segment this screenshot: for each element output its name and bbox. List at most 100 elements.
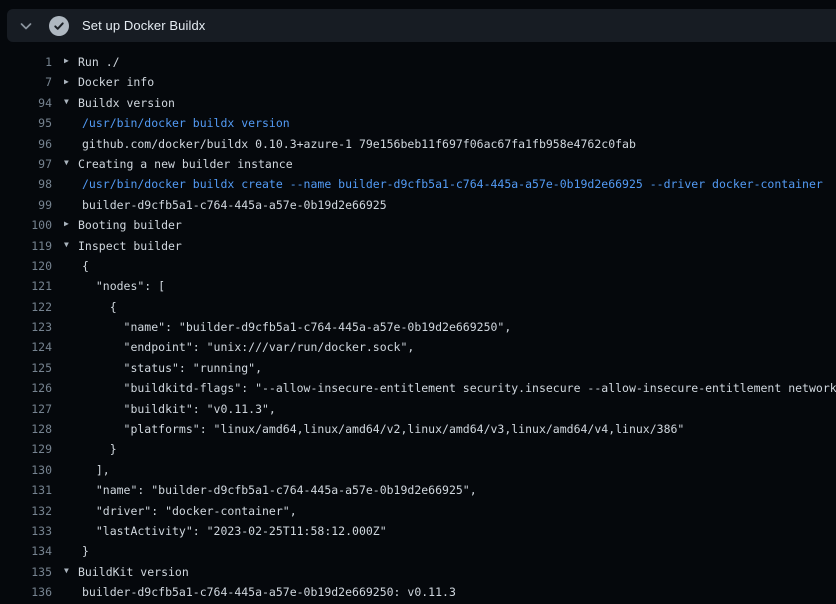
- log-line: 130 ],: [0, 460, 836, 480]
- group-title: Creating a new builder instance: [78, 157, 293, 171]
- group-title: Inspect builder: [78, 239, 182, 253]
- caret-down-icon: ▼: [64, 236, 78, 256]
- log-line: 95/usr/bin/docker buildx version: [0, 113, 836, 133]
- log-line: 1 ▶Run ./: [0, 52, 836, 72]
- log-output: builder-d9cfb5a1-c764-445a-a57e-0b19d2e6…: [64, 195, 387, 215]
- line-number[interactable]: 94: [0, 93, 52, 113]
- log-line: 133 "lastActivity": "2023-02-25T11:58:12…: [0, 521, 836, 541]
- log-group-header[interactable]: ▶Run ./: [64, 52, 120, 72]
- log-line: 126 "buildkitd-flags": "--allow-insecure…: [0, 378, 836, 398]
- line-number[interactable]: 131: [0, 480, 52, 500]
- line-number[interactable]: 99: [0, 195, 52, 215]
- line-number[interactable]: 134: [0, 541, 52, 561]
- line-number[interactable]: 96: [0, 134, 52, 154]
- log-line: 119 ▼Inspect builder: [0, 236, 836, 256]
- log-line: 128 "platforms": "linux/amd64,linux/amd6…: [0, 419, 836, 439]
- log-output: "buildkit": "v0.11.3",: [64, 399, 276, 419]
- log-output: {: [64, 297, 117, 317]
- log-output: github.com/docker/buildx 0.10.3+azure-1 …: [64, 134, 636, 154]
- line-number[interactable]: 124: [0, 337, 52, 357]
- log-line: 120 {: [0, 256, 836, 276]
- line-number[interactable]: 121: [0, 276, 52, 296]
- group-title: BuildKit version: [78, 565, 189, 579]
- caret-down-icon: ▼: [64, 93, 78, 113]
- log-lines: 1▶Run ./7▶Docker info94▼Buildx version95…: [0, 52, 836, 604]
- log-line: 7 ▶Docker info: [0, 72, 836, 92]
- step-title: Set up Docker Buildx: [82, 18, 205, 33]
- line-number[interactable]: 125: [0, 358, 52, 378]
- line-number[interactable]: 120: [0, 256, 52, 276]
- log-output: "nodes": [: [64, 276, 165, 296]
- group-title: Run ./: [78, 55, 120, 69]
- line-number[interactable]: 123: [0, 317, 52, 337]
- log-line: 127 "buildkit": "v0.11.3",: [0, 399, 836, 419]
- chevron-down-icon[interactable]: [18, 18, 34, 34]
- log-group-header[interactable]: ▼Inspect builder: [64, 236, 182, 256]
- caret-down-icon: ▼: [64, 154, 78, 174]
- log-line: 122 {: [0, 297, 836, 317]
- group-title: Buildx version: [78, 96, 175, 110]
- log-line: 98/usr/bin/docker buildx create --name b…: [0, 174, 836, 194]
- log-output: {: [64, 256, 89, 276]
- log-output: builder-d9cfb5a1-c764-445a-a57e-0b19d2e6…: [64, 582, 456, 602]
- line-number[interactable]: 126: [0, 378, 52, 398]
- log-output: "name": "builder-d9cfb5a1-c764-445a-a57e…: [64, 480, 477, 500]
- line-number[interactable]: 136: [0, 582, 52, 602]
- log-line: 134}: [0, 541, 836, 561]
- line-number[interactable]: 119: [0, 236, 52, 256]
- line-number[interactable]: 130: [0, 460, 52, 480]
- caret-right-icon: ▶: [64, 215, 78, 235]
- caret-right-icon: ▶: [64, 52, 78, 72]
- log-line: 136 builder-d9cfb5a1-c764-445a-a57e-0b19d…: [0, 582, 836, 602]
- log-line: 121 "nodes": [: [0, 276, 836, 296]
- log-output: "lastActivity": "2023-02-25T11:58:12.000…: [64, 521, 387, 541]
- log-output: "buildkitd-flags": "--allow-insecure-ent…: [64, 378, 836, 398]
- log-line: 123 "name": "builder-d9cfb5a1-c764-445a-…: [0, 317, 836, 337]
- line-number[interactable]: 132: [0, 501, 52, 521]
- line-number[interactable]: 127: [0, 399, 52, 419]
- log-line: 125 "status": "running",: [0, 358, 836, 378]
- log-group-header[interactable]: ▶Docker info: [64, 72, 154, 92]
- line-number[interactable]: 1: [0, 52, 52, 72]
- log-output: ],: [64, 460, 110, 480]
- log-output: "driver": "docker-container",: [64, 501, 297, 521]
- check-circle-icon: [49, 16, 69, 36]
- log-line: 135 ▼BuildKit version: [0, 562, 836, 582]
- line-number[interactable]: 95: [0, 113, 52, 133]
- line-number[interactable]: 97: [0, 154, 52, 174]
- line-number[interactable]: 128: [0, 419, 52, 439]
- group-title: Booting builder: [78, 218, 182, 232]
- log-line: 132 "driver": "docker-container",: [0, 501, 836, 521]
- line-number[interactable]: 100: [0, 215, 52, 235]
- log-output: "endpoint": "unix:///var/run/docker.sock…: [64, 337, 414, 357]
- log-line: 131 "name": "builder-d9cfb5a1-c764-445a-…: [0, 480, 836, 500]
- log-output: "platforms": "linux/amd64,linux/amd64/v2…: [64, 419, 684, 439]
- caret-down-icon: ▼: [64, 562, 78, 582]
- log-command: /usr/bin/docker buildx create --name bui…: [64, 174, 823, 194]
- log-line: 100 ▶Booting builder: [0, 215, 836, 235]
- log-command: /usr/bin/docker buildx version: [64, 113, 290, 133]
- log-output: "name": "builder-d9cfb5a1-c764-445a-a57e…: [64, 317, 511, 337]
- log-line: 99 builder-d9cfb5a1-c764-445a-a57e-0b19d2…: [0, 195, 836, 215]
- log-line: 129 }: [0, 439, 836, 459]
- log-line: 94 ▼Buildx version: [0, 93, 836, 113]
- line-number[interactable]: 133: [0, 521, 52, 541]
- step-header[interactable]: Set up Docker Buildx: [7, 9, 836, 42]
- line-number[interactable]: 98: [0, 174, 52, 194]
- line-number[interactable]: 7: [0, 72, 52, 92]
- log-output: }: [64, 541, 89, 561]
- log-group-header[interactable]: ▼BuildKit version: [64, 562, 189, 582]
- line-number[interactable]: 129: [0, 439, 52, 459]
- log-group-header[interactable]: ▶Booting builder: [64, 215, 182, 235]
- log-output: }: [64, 439, 117, 459]
- caret-right-icon: ▶: [64, 72, 78, 92]
- line-number[interactable]: 135: [0, 562, 52, 582]
- log-line: 124 "endpoint": "unix:///var/run/docker.…: [0, 337, 836, 357]
- log-group-header[interactable]: ▼Creating a new builder instance: [64, 154, 293, 174]
- log-group-header[interactable]: ▼Buildx version: [64, 93, 175, 113]
- log-line: 96 github.com/docker/buildx 0.10.3+azure-…: [0, 134, 836, 154]
- log-output: "status": "running",: [64, 358, 262, 378]
- group-title: Docker info: [78, 75, 154, 89]
- log-line: 97 ▼Creating a new builder instance: [0, 154, 836, 174]
- line-number[interactable]: 122: [0, 297, 52, 317]
